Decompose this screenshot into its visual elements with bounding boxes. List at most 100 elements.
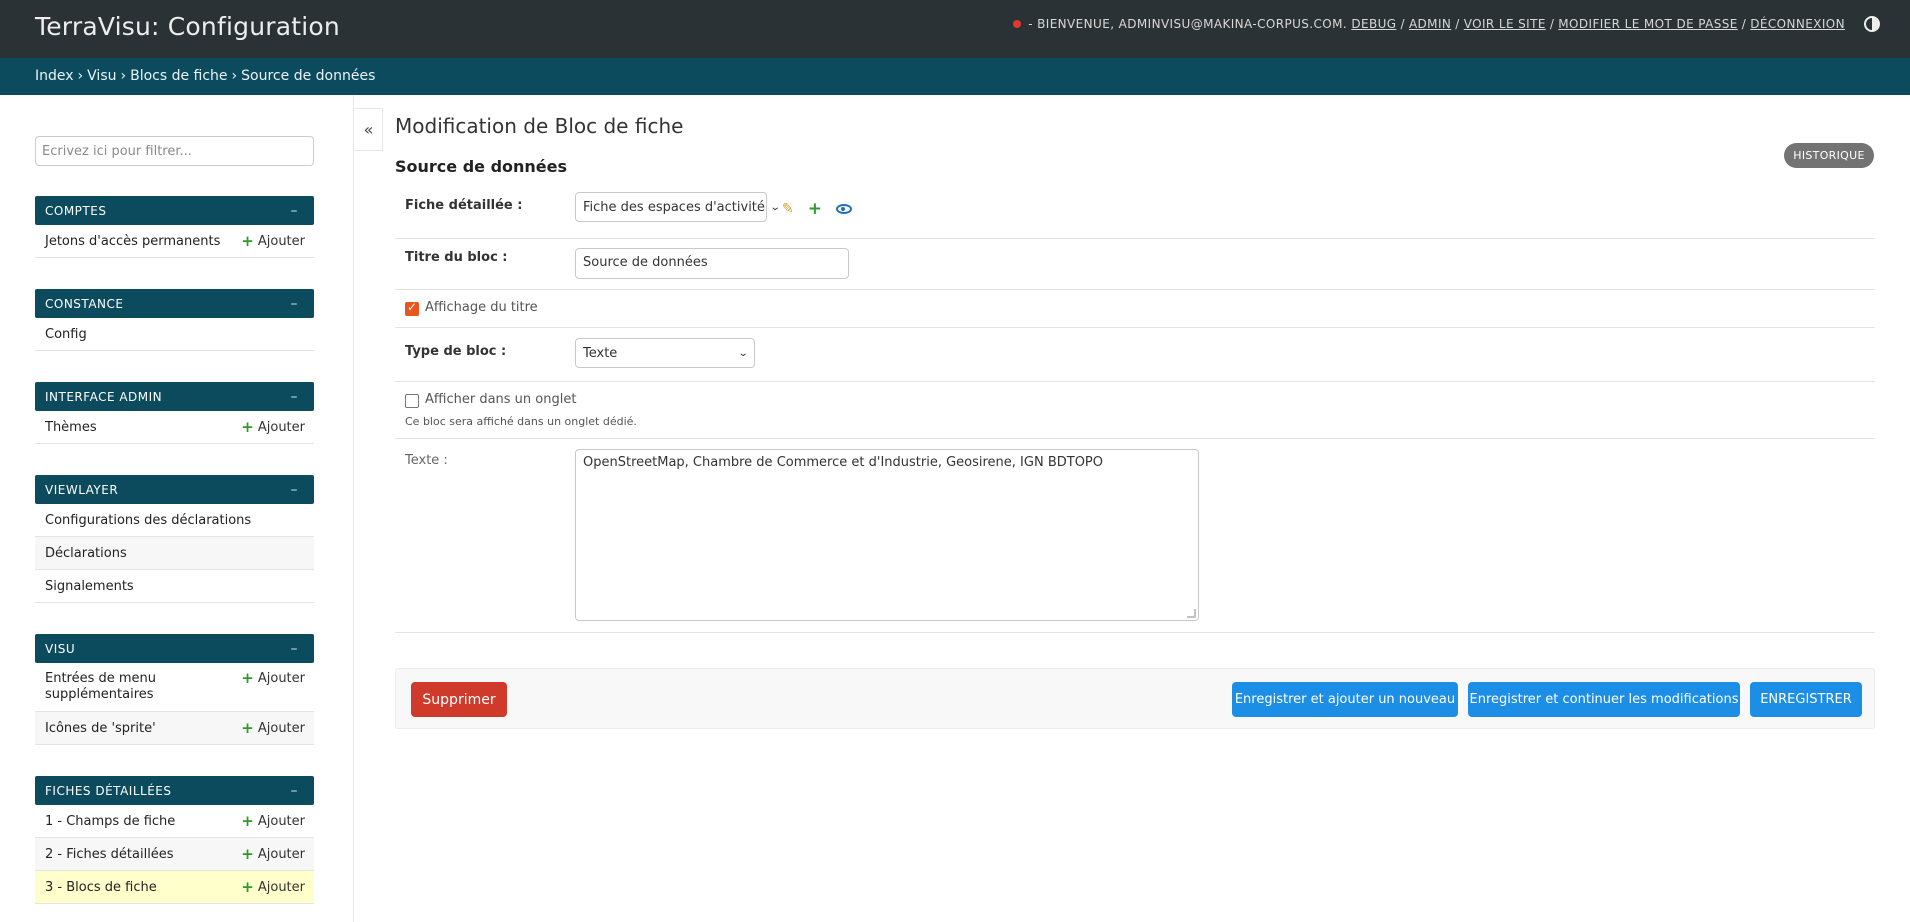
breadcrumb-blocs[interactable]: Blocs de fiche — [130, 68, 227, 84]
save-and-continue-button[interactable]: Enregistrer et continuer les modificatio… — [1468, 682, 1740, 717]
top-header: TerraVisu: Configuration - BIENVENUE, AD… — [0, 0, 1910, 58]
view-site-link[interactable]: VOIR LE SITE — [1464, 17, 1546, 31]
field-row-type: Type de bloc : Texte ⌄ — [395, 328, 1875, 382]
module-header[interactable]: COMPTES – — [35, 196, 314, 225]
resize-handle-icon[interactable] — [1187, 609, 1196, 618]
module-header[interactable]: VISU – — [35, 634, 314, 663]
fiche-select[interactable]: Fiche des espaces d'activité ⌄ — [575, 192, 781, 222]
delete-button[interactable]: Supprimer — [411, 682, 507, 717]
status-dot-icon — [1013, 20, 1022, 28]
breadcrumb-current: Source de données — [241, 68, 376, 84]
sidebar-item-label[interactable]: Entrées de menu supplémentaires — [45, 671, 205, 703]
module-visu: VISU – Entrées de menu supplémentaires + Aj… — [35, 634, 314, 745]
add-related-icon[interactable]: + — [808, 199, 822, 219]
texte-label: Texte : — [405, 453, 448, 468]
add-link[interactable]: + Ajouter — [241, 844, 305, 863]
sidebar-item-champs-fiche[interactable]: 1 - Champs de fiche + Ajouter — [35, 805, 314, 838]
collapse-icon[interactable]: – — [291, 783, 299, 799]
module-constance: CONSTANCE – Config — [35, 289, 314, 351]
sidebar-item-label[interactable]: Déclarations — [45, 546, 127, 561]
pencil-icon[interactable]: ✎ — [782, 201, 794, 217]
onglet-help-text: Ce bloc sera affiché dans un onglet dédi… — [405, 415, 637, 428]
sidebar-item-blocs-fiche[interactable]: 3 - Blocs de fiche + Ajouter — [35, 871, 314, 904]
onglet-label: Afficher dans un onglet — [425, 392, 577, 407]
submit-row: Supprimer Enregistrer et ajouter un nouv… — [395, 668, 1875, 729]
collapse-icon[interactable]: – — [291, 296, 299, 312]
sidebar-item-label[interactable]: Config — [45, 327, 87, 342]
add-link[interactable]: + Ajouter — [241, 877, 305, 896]
plus-icon: + — [241, 877, 254, 896]
module-title: COMPTES — [45, 203, 107, 218]
add-link[interactable]: + Ajouter — [241, 231, 305, 250]
plus-icon: + — [241, 231, 254, 250]
save-and-add-button[interactable]: Enregistrer et ajouter un nouveau — [1232, 682, 1458, 717]
sidebar-item-jetons[interactable]: Jetons d'accès permanents + Ajouter — [35, 225, 314, 258]
add-link[interactable]: + Ajouter — [241, 671, 305, 687]
titre-input[interactable]: Source de données — [575, 248, 849, 279]
sidebar-item-config[interactable]: Config — [35, 318, 314, 351]
module-interface-admin: INTERFACE ADMIN – Thèmes + Ajouter — [35, 382, 314, 444]
affichage-checkbox[interactable] — [405, 300, 419, 316]
sidebar-item-label[interactable]: 3 - Blocs de fiche — [45, 880, 157, 895]
module-title: VIEWLAYER — [45, 482, 119, 497]
field-row-texte: Texte : OpenStreetMap, Chambre de Commer… — [395, 439, 1875, 633]
debug-link[interactable]: DEBUG — [1351, 17, 1396, 31]
type-select[interactable]: Texte ⌄ — [575, 338, 755, 368]
sidebar-item-signalements[interactable]: Signalements — [35, 570, 314, 603]
sidebar-item-label[interactable]: Signalements — [45, 579, 134, 594]
user-tools: - BIENVENUE, ADMINVISU@MAKINA-CORPUS.COM… — [1013, 17, 1845, 31]
collapse-icon[interactable]: – — [291, 389, 299, 405]
admin-link[interactable]: ADMIN — [1409, 17, 1451, 31]
module-header[interactable]: INTERFACE ADMIN – — [35, 382, 314, 411]
add-link[interactable]: + Ajouter — [241, 813, 305, 829]
theme-toggle-icon[interactable] — [1864, 16, 1880, 32]
fiche-label: Fiche détaillée : — [405, 198, 523, 213]
module-header[interactable]: FICHES DÉTAILLÉES – — [35, 776, 314, 805]
add-link[interactable]: + Ajouter — [241, 419, 305, 435]
sidebar-item-label[interactable]: 2 - Fiches détaillées — [45, 847, 174, 862]
module-header[interactable]: CONSTANCE – — [35, 289, 314, 318]
site-brand[interactable]: TerraVisu: Configuration — [35, 12, 340, 41]
history-button[interactable]: HISTORIQUE — [1784, 143, 1874, 168]
sidebar-item-entrees-menu[interactable]: Entrées de menu supplémentaires + Ajouter — [35, 663, 314, 712]
toggle-sidebar-button[interactable]: « — [355, 108, 383, 151]
sidebar-item-icones-sprite[interactable]: Icônes de 'sprite' + Ajouter — [35, 712, 314, 745]
field-row-fiche: Fiche détaillée : Fiche des espaces d'ac… — [395, 189, 1875, 239]
sidebar-item-configurations-declarations[interactable]: Configurations des déclarations — [35, 504, 314, 537]
field-row-onglet: Afficher dans un onglet Ce bloc sera aff… — [395, 382, 1875, 439]
sidebar-item-fiches-detaillees[interactable]: 2 - Fiches détaillées + Ajouter — [35, 838, 314, 871]
breadcrumb: Index › Visu › Blocs de fiche › Source de donn… — [0, 58, 1910, 95]
sidebar: COMPTES – Jetons d'accès permanents +Ajout… — [0, 95, 354, 922]
sidebar-item-label[interactable]: Configurations des déclarations — [45, 513, 251, 528]
titre-label: Titre du bloc : — [405, 250, 508, 265]
object-title: Source de données — [395, 157, 568, 176]
module-title: FICHES DÉTAILLÉES — [45, 783, 172, 798]
eye-icon[interactable] — [835, 204, 852, 214]
sidebar-item-label[interactable]: Thèmes — [45, 420, 97, 435]
module-title: VISU — [45, 641, 76, 656]
sidebar-item-label[interactable]: Jetons d'accès permanents — [45, 234, 220, 249]
plus-icon: + — [241, 718, 254, 737]
onglet-checkbox[interactable] — [405, 394, 419, 408]
plus-icon: + — [241, 844, 254, 863]
fiche-select-value: Fiche des espaces d'activité — [583, 199, 765, 215]
sidebar-filter-input[interactable] — [35, 136, 314, 166]
change-password-link[interactable]: MODIFIER LE MOT DE PASSE — [1558, 17, 1738, 31]
type-select-value: Texte — [583, 345, 618, 361]
chevron-down-icon: ⌄ — [737, 347, 749, 359]
module-header[interactable]: VIEWLAYER – — [35, 475, 314, 504]
sidebar-item-label[interactable]: Icônes de 'sprite' — [45, 721, 156, 736]
collapse-icon[interactable]: – — [291, 482, 299, 498]
logout-link[interactable]: DÉCONNEXION — [1750, 17, 1845, 31]
sidebar-item-declarations[interactable]: Déclarations — [35, 537, 314, 570]
breadcrumb-visu[interactable]: Visu — [87, 68, 116, 84]
breadcrumb-index[interactable]: Index — [35, 68, 74, 84]
texte-textarea[interactable]: OpenStreetMap, Chambre de Commerce et d'… — [575, 449, 1199, 621]
add-link[interactable]: + Ajouter — [241, 718, 305, 737]
collapse-icon[interactable]: – — [291, 203, 299, 219]
save-button[interactable]: ENREGISTRER — [1750, 682, 1862, 717]
sidebar-item-themes[interactable]: Thèmes + Ajouter — [35, 411, 314, 444]
sidebar-item-label[interactable]: 1 - Champs de fiche — [45, 814, 175, 829]
type-label: Type de bloc : — [405, 344, 507, 359]
collapse-icon[interactable]: – — [291, 641, 299, 657]
